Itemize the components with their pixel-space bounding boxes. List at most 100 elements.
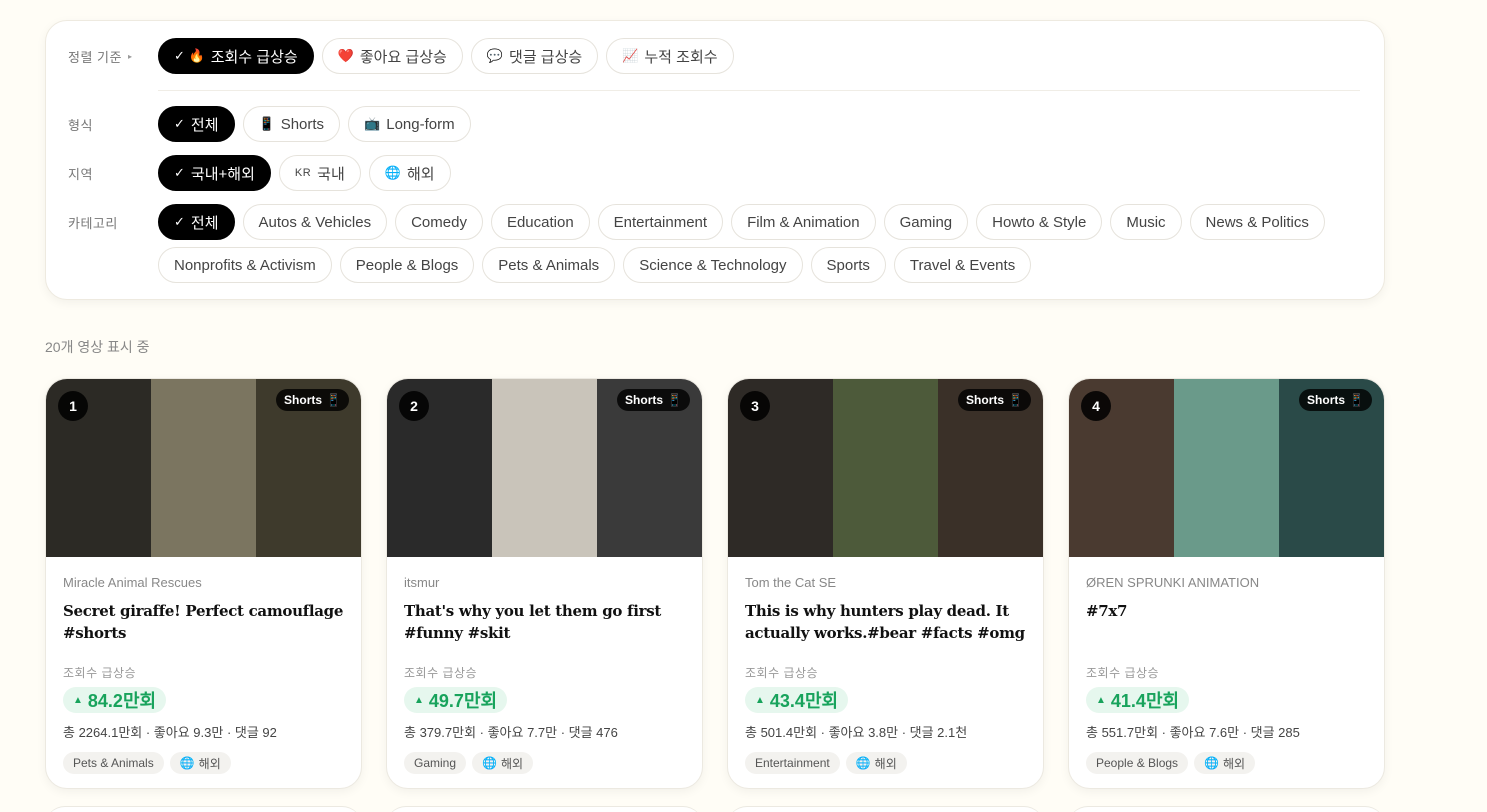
category-chip-education[interactable]: Education xyxy=(490,204,590,240)
chip-label: Travel & Events xyxy=(909,256,1016,274)
category-chip-news-politics[interactable]: News & Politics xyxy=(1189,204,1325,240)
category-chip-sports[interactable]: Sports xyxy=(810,247,886,283)
thumbnail-frame xyxy=(151,379,256,557)
chip-icon: ✓ xyxy=(174,165,185,180)
chip-label: Film & Animation xyxy=(747,213,860,231)
growth-badge: ▲ 49.7만회 xyxy=(404,687,508,713)
chip-label: Sports xyxy=(826,256,870,274)
growth-badge: ▲ 84.2만회 xyxy=(63,687,167,713)
rank-badge: 2 xyxy=(399,391,429,421)
video-card[interactable]: 4 Shorts 📱 ØREN SPRUNKI ANIMATION #7x7 조… xyxy=(1068,378,1385,789)
category-chip-people-blogs[interactable]: People & Blogs xyxy=(339,247,475,283)
chip-icon: 💬 xyxy=(486,48,504,63)
category-options: ✓ 전체 Autos & Vehicles Comedy Education Entert… xyxy=(158,204,1325,240)
video-stats: 총 501.4만회 · 좋아요 3.8만 · 댓글 2.1천 xyxy=(745,725,968,740)
shorts-badge: Shorts 📱 xyxy=(617,389,690,411)
video-stats: 총 379.7만회 · 좋아요 7.7만 · 댓글 476 xyxy=(404,725,618,740)
region-tag: 🌐 해외 xyxy=(1194,752,1256,774)
arrow-up-icon: ▲ xyxy=(73,694,83,706)
chip-label: 전체 xyxy=(190,116,219,134)
video-card[interactable]: 2 Shorts 📱 itsmur That's why you let the… xyxy=(386,378,703,789)
channel-name[interactable]: Tom the Cat SE xyxy=(745,575,1026,593)
region-tag: 🌐 해외 xyxy=(472,752,534,774)
channel-name[interactable]: itsmur xyxy=(404,575,685,593)
video-title[interactable]: This is why hunters play dead. It actual… xyxy=(745,600,1026,644)
chip-label: Education xyxy=(506,213,574,231)
thumbnail-frame xyxy=(1174,379,1279,557)
category-chip-entertainment[interactable]: Entertainment xyxy=(597,204,724,240)
video-title[interactable]: That's why you let them go first #funny … xyxy=(404,600,685,644)
video-thumbnail[interactable]: 3 Shorts 📱 xyxy=(728,379,1043,557)
region-chip-국내[interactable]: KR 국내 xyxy=(278,155,361,191)
chip-label: 댓글 급상승 xyxy=(509,48,583,66)
globe-icon: 🌐 xyxy=(1204,756,1220,770)
category-tag: Pets & Animals xyxy=(63,752,164,774)
tag-list: Pets & Animals 🌐 해외 xyxy=(63,752,344,774)
region-row: 지역 ✓ 국내+해외 KR 국내 🌐 해외 xyxy=(46,155,451,191)
globe-icon: 🌐 xyxy=(482,756,497,770)
growth-badge: ▲ 43.4만회 xyxy=(745,687,849,713)
chip-label: Entertainment xyxy=(613,213,708,231)
tag-list: Entertainment 🌐 해외 xyxy=(745,752,1026,774)
phone-icon: 📱 xyxy=(326,393,341,407)
region-chip-국내-해외[interactable]: ✓ 국내+해외 xyxy=(158,155,271,191)
sort-row: 정렬 기준 ▸ ✓ 🔥 조회수 급상승 ❤️ 좋아요 급상승 💬 댓글 급상승 📈 누적 조회… xyxy=(46,38,734,74)
category-tag: Gaming xyxy=(404,752,467,774)
category-chip-comedy[interactable]: Comedy xyxy=(395,204,483,240)
metric-label: 조회수 급상승 xyxy=(63,666,137,680)
chip-label: 국내+해외 xyxy=(190,165,255,183)
sort-chip-누적-조회수[interactable]: 📈 누적 조회수 xyxy=(606,38,734,74)
video-card[interactable]: 1 Shorts 📱 Miracle Animal Rescues Secret… xyxy=(45,378,362,789)
chip-label: Science & Technology xyxy=(639,256,787,274)
category-chip-film-animation[interactable]: Film & Animation xyxy=(731,204,876,240)
video-card[interactable]: 3 Shorts 📱 Tom the Cat SE This is why hu… xyxy=(727,378,1044,789)
chip-label: Shorts xyxy=(280,115,325,133)
result-count: 20개 영상 표시 중 xyxy=(45,339,150,355)
chip-label: 좋아요 급상승 xyxy=(359,48,447,66)
category-chip-nonprofits-activism[interactable]: Nonprofits & Activism xyxy=(158,247,332,283)
shorts-badge: Shorts 📱 xyxy=(958,389,1031,411)
region-tag: 🌐 해외 xyxy=(169,752,231,774)
category-chip-전체[interactable]: ✓ 전체 xyxy=(158,204,235,240)
format-chip-전체[interactable]: ✓ 전체 xyxy=(158,106,235,142)
arrow-up-icon: ▲ xyxy=(1096,694,1106,706)
arrow-up-icon: ▲ xyxy=(414,694,424,706)
format-chip-shorts[interactable]: 📱 Shorts xyxy=(242,106,341,142)
format-chip-long-form[interactable]: 📺 Long-form xyxy=(348,106,471,142)
category-chip-music[interactable]: Music xyxy=(1110,204,1182,240)
region-options: ✓ 국내+해외 KR 국내 🌐 해외 xyxy=(158,155,451,191)
next-card-peek xyxy=(386,806,703,812)
sort-options: ✓ 🔥 조회수 급상승 ❤️ 좋아요 급상승 💬 댓글 급상승 📈 누적 조회수 xyxy=(158,38,734,74)
channel-name[interactable]: ØREN SPRUNKI ANIMATION xyxy=(1086,575,1367,593)
chip-label: News & Politics xyxy=(1205,213,1309,231)
channel-name[interactable]: Miracle Animal Rescues xyxy=(63,575,344,593)
category-chip-travel-events[interactable]: Travel & Events xyxy=(893,247,1032,283)
chip-label: 전체 xyxy=(190,214,219,232)
category-row-2: Nonprofits & Activism People & Blogs Pets … xyxy=(158,247,1032,283)
sort-chip-조회수-급상승[interactable]: ✓ 🔥 조회수 급상승 xyxy=(158,38,314,74)
chip-icon: ✓ xyxy=(174,214,185,229)
sort-chip-좋아요-급상승[interactable]: ❤️ 좋아요 급상승 xyxy=(321,38,463,74)
category-tag: People & Blogs xyxy=(1086,752,1189,774)
chip-icon: ✓ xyxy=(174,116,185,131)
category-chip-pets-animals[interactable]: Pets & Animals xyxy=(482,247,616,283)
chip-label: 누적 조회수 xyxy=(644,48,718,66)
divider xyxy=(158,90,1360,91)
video-thumbnail[interactable]: 1 Shorts 📱 xyxy=(46,379,361,557)
sort-chip-댓글-급상승[interactable]: 💬 댓글 급상승 xyxy=(470,38,599,74)
region-chip-해외[interactable]: 🌐 해외 xyxy=(368,155,451,191)
video-thumbnail[interactable]: 4 Shorts 📱 xyxy=(1069,379,1384,557)
chip-icon: ❤️ xyxy=(337,48,354,63)
next-card-peek xyxy=(45,806,362,812)
video-title[interactable]: Secret giraffe! Perfect camouflage #shor… xyxy=(63,600,344,644)
category-chip-gaming[interactable]: Gaming xyxy=(883,204,969,240)
chip-icon: ✓ 🔥 xyxy=(174,48,205,63)
chip-icon: 📈 xyxy=(622,48,639,63)
category-chip-howto-style[interactable]: Howto & Style xyxy=(976,204,1103,240)
chip-label: Howto & Style xyxy=(992,213,1087,231)
triangle-right-icon: ▸ xyxy=(127,51,133,61)
video-thumbnail[interactable]: 2 Shorts 📱 xyxy=(387,379,702,557)
category-chip-science-technology[interactable]: Science & Technology xyxy=(623,247,803,283)
category-chip-autos-vehicles[interactable]: Autos & Vehicles xyxy=(242,204,388,240)
video-title[interactable]: #7x7 xyxy=(1086,600,1367,644)
